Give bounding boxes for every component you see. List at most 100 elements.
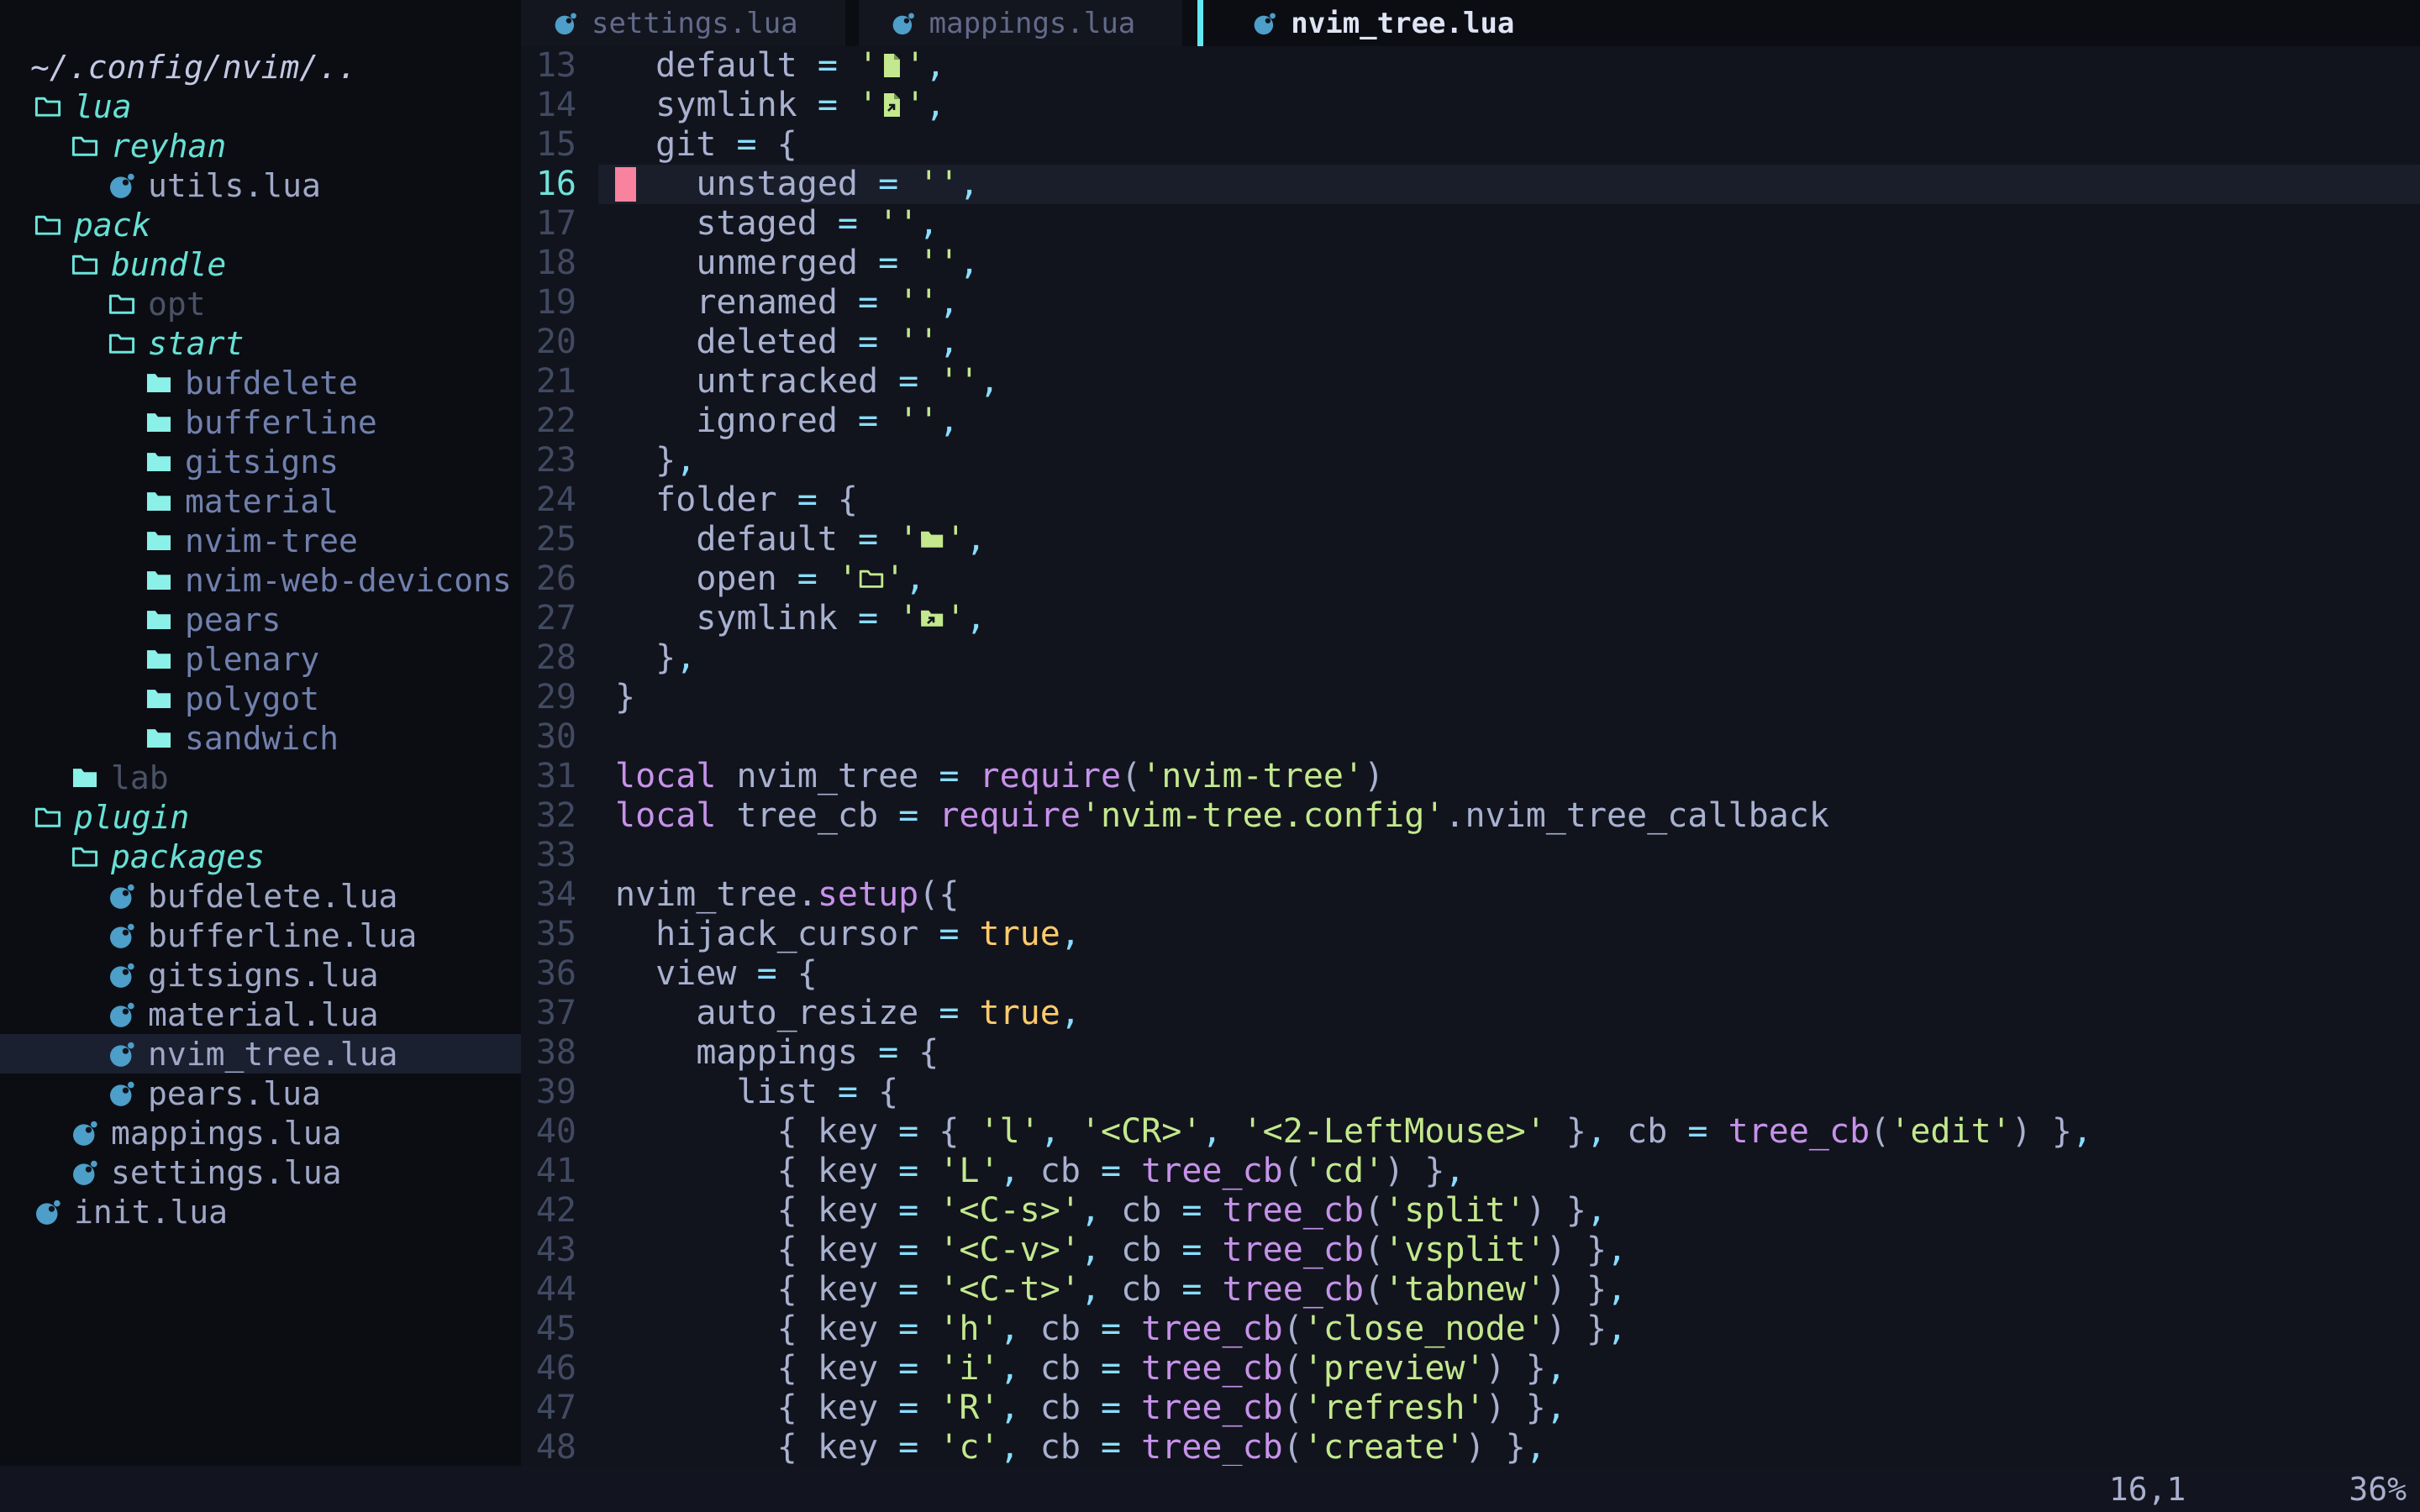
code-line-46[interactable]: 46 { key = 'i', cb = tree_cb('preview') …	[521, 1349, 2420, 1389]
code-line-26[interactable]: 26 open = '',	[521, 559, 2420, 599]
code-line-15[interactable]: 15 git = {	[521, 125, 2420, 165]
tree-item-nvim-web-devicons[interactable]: nvim-web-devicons	[0, 560, 521, 600]
tree-item-.confignvim..[interactable]: ~/.config/nvim/..	[0, 47, 521, 87]
code-line-27[interactable]: 27 symlink = '',	[521, 599, 2420, 638]
code-line-29[interactable]: 29}	[521, 678, 2420, 717]
code-line-18[interactable]: 18 unmerged = '',	[521, 244, 2420, 283]
tree-item-plugin[interactable]: plugin	[0, 797, 521, 837]
code-line-34[interactable]: 34nvim_tree.setup({	[521, 875, 2420, 915]
code-token: ,	[905, 559, 925, 598]
editor-buffer[interactable]: 13 default = '',14 symlink = '',15 git =…	[521, 46, 2420, 1467]
code-line-22[interactable]: 22 ignored = '',	[521, 402, 2420, 441]
code-line-16[interactable]: 16 unstaged = '',	[521, 165, 2420, 204]
code-line-48[interactable]: 48 { key = 'c', cb = tree_cb('create') }…	[521, 1428, 2420, 1467]
code-line-text: list = {	[598, 1073, 2420, 1112]
code-line-25[interactable]: 25 default = '',	[521, 520, 2420, 559]
tree-item-nvim_tree.lua[interactable]: nvim_tree.lua	[0, 1034, 521, 1074]
tree-item-pears.lua[interactable]: pears.lua	[0, 1074, 521, 1113]
code-token: ,	[965, 520, 986, 559]
code-line-44[interactable]: 44 { key = '<C-t>', cb = tree_cb('tabnew…	[521, 1270, 2420, 1310]
tree-item-bundle[interactable]: bundle	[0, 244, 521, 284]
code-token: ) }	[2012, 1112, 2072, 1151]
code-line-text: local tree_cb = require'nvim-tree.config…	[598, 796, 2420, 836]
code-token: ,	[1081, 1270, 1121, 1309]
code-line-13[interactable]: 13 default = '',	[521, 46, 2420, 86]
tree-item-plenary[interactable]: plenary	[0, 639, 521, 679]
tree-item-lab[interactable]: lab	[0, 758, 521, 797]
tree-item-label: bundle	[111, 246, 226, 283]
tree-item-packages[interactable]: packages	[0, 837, 521, 876]
code-token: =	[878, 165, 918, 203]
tree-item-material[interactable]: material	[0, 481, 521, 521]
code-token: =	[939, 994, 979, 1032]
tree-item-nvim-tree[interactable]: nvim-tree	[0, 521, 521, 560]
code-line-20[interactable]: 20 deleted = '',	[521, 323, 2420, 362]
code-token: =	[1101, 1349, 1141, 1388]
code-token: ,	[1060, 915, 1081, 953]
line-number: 19	[521, 283, 598, 323]
code-line-42[interactable]: 42 { key = '<C-s>', cb = tree_cb('split'…	[521, 1191, 2420, 1231]
tab-settings.lua[interactable]: settings.lua	[521, 0, 845, 46]
tree-item-bufferline.lua[interactable]: bufferline.lua	[0, 916, 521, 955]
code-line-40[interactable]: 40 { key = { 'l', '<CR>', '<2-LeftMouse>…	[521, 1112, 2420, 1152]
code-line-38[interactable]: 38 mappings = {	[521, 1033, 2420, 1073]
tree-item-settings.lua[interactable]: settings.lua	[0, 1152, 521, 1192]
code-line-24[interactable]: 24 folder = {	[521, 480, 2420, 520]
code-line-36[interactable]: 36 view = {	[521, 954, 2420, 994]
code-line-14[interactable]: 14 symlink = '',	[521, 86, 2420, 125]
tree-item-lua[interactable]: lua	[0, 87, 521, 126]
code-token: ,	[1202, 1112, 1242, 1151]
tab-nvim_tree.lua[interactable]: nvim_tree.lua	[1197, 0, 1561, 46]
code-line-41[interactable]: 41 { key = 'L', cb = tree_cb('cd') },	[521, 1152, 2420, 1191]
tree-item-polygot[interactable]: polygot	[0, 679, 521, 718]
tree-item-gitsigns.lua[interactable]: gitsigns.lua	[0, 955, 521, 995]
tree-item-start[interactable]: start	[0, 323, 521, 363]
tree-item-mappings.lua[interactable]: mappings.lua	[0, 1113, 521, 1152]
code-token: nvim_tree.	[615, 875, 818, 914]
folder-icon	[145, 645, 173, 674]
code-token: ,	[1060, 994, 1081, 1032]
line-number: 25	[521, 520, 598, 559]
code-line-47[interactable]: 47 { key = 'R', cb = tree_cb('refresh') …	[521, 1389, 2420, 1428]
tree-item-bufdelete[interactable]: bufdelete	[0, 363, 521, 402]
tree-item-gitsigns[interactable]: gitsigns	[0, 442, 521, 481]
line-number: 16	[521, 165, 598, 204]
code-line-30[interactable]: 30	[521, 717, 2420, 757]
tab-mappings.lua[interactable]: mappings.lua	[859, 0, 1183, 46]
code-line-35[interactable]: 35 hijack_cursor = true,	[521, 915, 2420, 954]
tree-item-reyhan[interactable]: reyhan	[0, 126, 521, 165]
code-token: ''	[898, 283, 939, 322]
tree-item-bufferline[interactable]: bufferline	[0, 402, 521, 442]
tree-item-bufdelete.lua[interactable]: bufdelete.lua	[0, 876, 521, 916]
tree-item-material.lua[interactable]: material.lua	[0, 995, 521, 1034]
code-line-39[interactable]: 39 list = {	[521, 1073, 2420, 1112]
file-icon	[878, 51, 905, 80]
line-number: 40	[521, 1112, 598, 1152]
code-line-32[interactable]: 32local tree_cb = require'nvim-tree.conf…	[521, 796, 2420, 836]
tree-item-sandwich[interactable]: sandwich	[0, 718, 521, 758]
tree-item-utils.lua[interactable]: utils.lua	[0, 165, 521, 205]
tree-item-opt[interactable]: opt	[0, 284, 521, 323]
code-line-19[interactable]: 19 renamed = '',	[521, 283, 2420, 323]
code-line-31[interactable]: 31local nvim_tree = require('nvim-tree')	[521, 757, 2420, 796]
code-line-23[interactable]: 23 },	[521, 441, 2420, 480]
tree-item-pears[interactable]: pears	[0, 600, 521, 639]
code-line-33[interactable]: 33	[521, 836, 2420, 875]
code-token: }	[1546, 1112, 1586, 1151]
code-token: ,	[1000, 1428, 1040, 1467]
tree-item-pack[interactable]: pack	[0, 205, 521, 244]
neovim-window: ~/.config/nvim/..luareyhanutils.luapackb…	[0, 0, 2420, 1512]
code-line-43[interactable]: 43 { key = '<C-v>', cb = tree_cb('vsplit…	[521, 1231, 2420, 1270]
code-line-37[interactable]: 37 auto_resize = true,	[521, 994, 2420, 1033]
tree-item-init.lua[interactable]: init.lua	[0, 1192, 521, 1231]
code-line-45[interactable]: 45 { key = 'h', cb = tree_cb('close_node…	[521, 1310, 2420, 1349]
code-token: { key	[615, 1389, 898, 1427]
code-line-28[interactable]: 28 },	[521, 638, 2420, 678]
code-token: ) }	[1546, 1270, 1607, 1309]
code-token: {	[939, 1112, 979, 1151]
code-token: =	[818, 46, 858, 85]
code-line-21[interactable]: 21 untracked = '',	[521, 362, 2420, 402]
code-line-17[interactable]: 17 staged = '',	[521, 204, 2420, 244]
code-token: '	[885, 559, 905, 598]
line-number: 24	[521, 480, 598, 520]
